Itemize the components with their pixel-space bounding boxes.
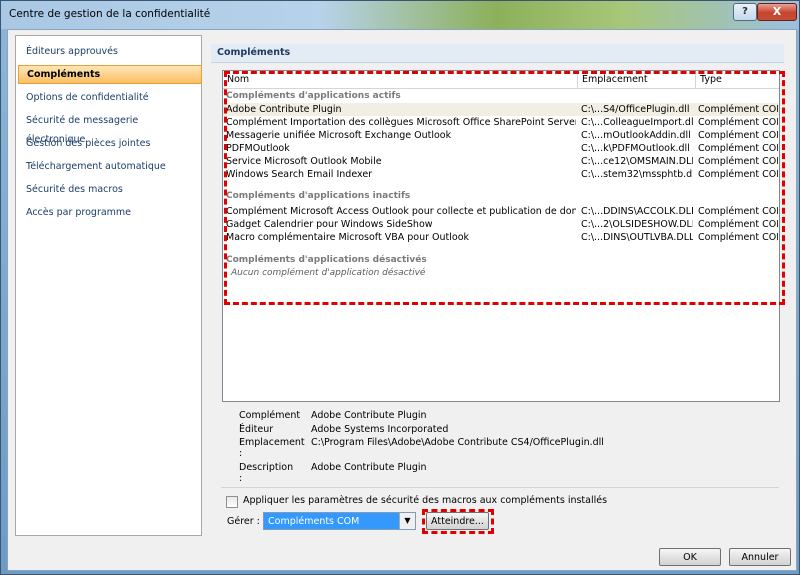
nav-item-macro-security[interactable]: Sécurité des macros [18,180,200,199]
addin-location: C:\...k\PDFMOutlook.dll [581,143,690,154]
addin-type: Complément COM [698,206,778,217]
addin-type: Complément COM [698,130,778,141]
group-active-label: Compléments d'applications actifs [226,91,401,101]
nav-item-programmatic-access[interactable]: Accès par programme [18,203,200,222]
list-item[interactable]: Windows Search Email Indexer C:\...stem3… [223,168,779,181]
manage-label: Gérer : [227,516,260,527]
addins-list[interactable]: Nom Emplacement Type Compléments d'appli… [222,70,780,402]
addin-type: Complément COM [698,156,778,167]
help-button[interactable]: ? [733,3,757,21]
addin-name: Adobe Contribute Plugin [226,104,342,115]
addin-name: PDFMOutlook [226,143,290,154]
addin-location: C:\...stem32\mssphtb.dll [581,169,693,180]
close-button[interactable]: X [757,3,797,21]
addin-name: Complément Microsoft Access Outlook pour… [226,206,576,217]
apply-macro-security-label[interactable]: Appliquer les paramètres de sécurité des… [243,495,607,506]
addin-type: Complément COM [698,104,778,115]
group-disabled-empty: Aucun complément d'application désactivé [231,268,426,278]
manage-select-value: Compléments COM [268,516,360,527]
detail-publisher-value: Adobe Systems Incorporated [311,424,449,435]
nav-item-addins[interactable]: Compléments [18,65,202,84]
column-header-name[interactable]: Nom [223,71,578,89]
addin-type: Complément COM [698,232,778,243]
detail-description-label: Description : [239,462,294,484]
addin-type: Complément COM [698,219,778,230]
addin-location: C:\...ce12\OMSMAIN.DLL [581,156,693,167]
title-bar[interactable]: Centre de gestion de la confidentialité … [1,1,799,29]
column-header-type[interactable]: Type [696,71,779,89]
addin-type: Complément COM [698,117,778,128]
category-nav: Éditeurs approuvés Compléments Options d… [15,35,202,536]
section-title: Compléments [211,44,784,63]
addin-name: Macro complémentaire Microsoft VBA pour … [226,232,470,243]
addin-name: Windows Search Email Indexer [226,169,373,180]
list-item[interactable]: Service Microsoft Outlook Mobile C:\...c… [223,155,779,168]
apply-macro-security-checkbox[interactable] [226,496,238,508]
nav-item-attachment-handling[interactable]: Gestion des pièces jointes [18,134,200,153]
list-item[interactable]: Macro complémentaire Microsoft VBA pour … [223,231,779,244]
window-title: Centre de gestion de la confidentialité [9,8,211,20]
addin-name: Complément Importation des collègues Mic… [226,117,576,128]
nav-item-automatic-download[interactable]: Téléchargement automatique [18,157,200,176]
go-button[interactable]: Atteindre... [426,512,489,530]
addin-location: C:\...ColleagueImport.dll [581,117,693,128]
ok-button[interactable]: OK [659,548,721,566]
addin-name: Gadget Calendrier pour Windows SideShow [226,219,433,230]
manage-select[interactable]: Compléments COM ▼ [263,512,416,530]
divider [221,487,779,488]
list-item[interactable]: Adobe Contribute Plugin C:\...S4/OfficeP… [223,103,779,116]
dialog-window: Centre de gestion de la confidentialité … [0,0,800,575]
detail-location-label: Emplacement : [239,437,305,459]
detail-addin-value: Adobe Contribute Plugin [311,410,427,421]
addin-location: C:\...DDINS\ACCOLK.DLL [581,206,693,217]
group-disabled-label: Compléments d'applications désactivés [226,255,427,265]
detail-location-value: C:\Program Files\Adobe\Adobe Contribute … [311,437,604,448]
group-inactive-label: Compléments d'applications inactifs [226,191,411,201]
addin-name: Messagerie unifiée Microsoft Exchange Ou… [226,130,452,141]
nav-item-email-security[interactable]: Sécurité de messagerie électronique [18,111,200,145]
list-item[interactable]: Complément Microsoft Access Outlook pour… [223,205,779,218]
dialog-client: Éditeurs approuvés Compléments Options d… [7,29,797,571]
chevron-down-icon[interactable]: ▼ [399,513,415,529]
list-item[interactable]: Messagerie unifiée Microsoft Exchange Ou… [223,129,779,142]
addin-location: C:\...DINS\OUTLVBA.DLL [581,232,693,243]
detail-description-value: Adobe Contribute Plugin [311,462,427,473]
nav-item-privacy-options[interactable]: Options de confidentialité [18,88,200,107]
nav-item-trusted-publishers[interactable]: Éditeurs approuvés [18,42,200,61]
list-item[interactable]: PDFMOutlook C:\...k\PDFMOutlook.dll Comp… [223,142,779,155]
addin-type: Complément COM [698,143,778,154]
addin-location: C:\...2\OLSIDESHOW.DLL [581,219,693,230]
cancel-button[interactable]: Annuler [729,548,791,566]
addins-panel: Compléments Nom Emplacement Type Complém… [211,35,786,534]
addin-type: Complément COM [698,169,778,180]
addin-location: C:\...S4/OfficePlugin.dll [581,104,690,115]
addin-location: C:\...mOutlookAddin.dll [581,130,691,141]
list-item[interactable]: Gadget Calendrier pour Windows SideShow … [223,218,779,231]
column-header-location[interactable]: Emplacement [578,71,696,89]
addin-name: Service Microsoft Outlook Mobile [226,156,382,167]
list-item[interactable]: Complément Importation des collègues Mic… [223,116,779,129]
